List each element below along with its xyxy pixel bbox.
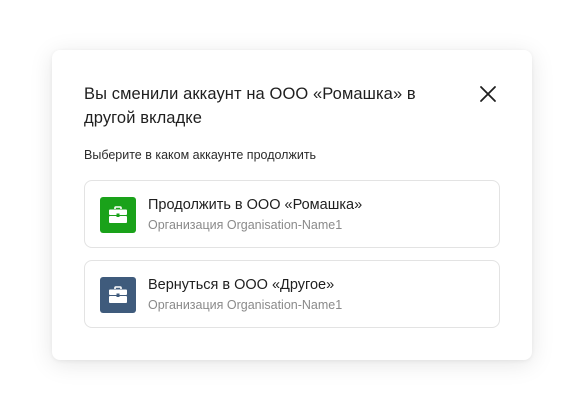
briefcase-icon bbox=[109, 206, 127, 223]
option-subtitle: Организация Organisation-Name1 bbox=[148, 218, 343, 232]
close-icon bbox=[480, 86, 496, 102]
org-badge bbox=[100, 197, 136, 233]
close-button[interactable] bbox=[478, 84, 498, 104]
account-switch-dialog: Вы сменили аккаунт на ООО «Ромашка» в др… bbox=[52, 50, 532, 360]
briefcase-icon bbox=[109, 286, 127, 303]
option-title: Продолжить в ООО «Ромашка» bbox=[148, 197, 363, 213]
dialog-subtitle: Выберите в каком аккаунте продолжить bbox=[84, 148, 317, 162]
continue-account-option[interactable]: Продолжить в ООО «Ромашка» Организация O… bbox=[84, 180, 500, 248]
option-title: Вернуться в ООО «Другое» bbox=[148, 277, 335, 293]
option-subtitle: Организация Organisation-Name1 bbox=[148, 298, 343, 312]
dialog-title: Вы сменили аккаунт на ООО «Ромашка» в др… bbox=[84, 85, 416, 127]
org-badge bbox=[100, 277, 136, 313]
return-account-option[interactable]: Вернуться в ООО «Другое» Организация Org… bbox=[84, 260, 500, 328]
